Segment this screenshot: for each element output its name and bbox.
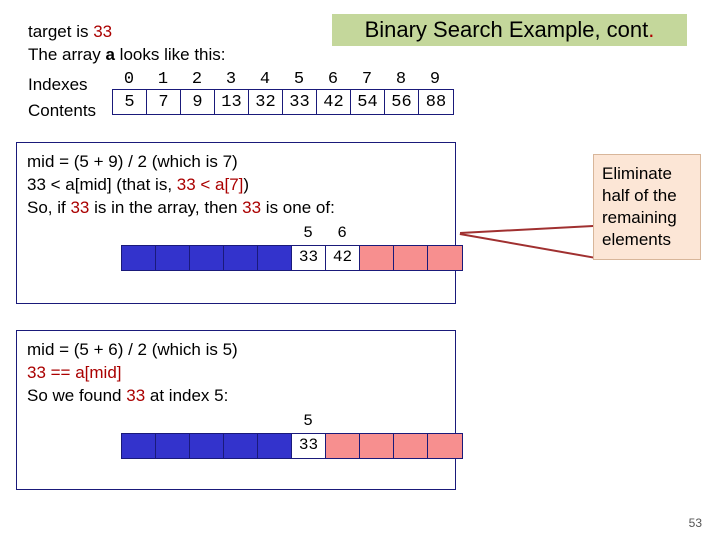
title-dot: .: [648, 17, 654, 43]
step2-line2: 33 == a[mid]: [27, 362, 445, 385]
removed-cell: [428, 246, 462, 270]
row-labels: Indexes Contents: [28, 72, 96, 123]
callout-pointer-line: [460, 225, 598, 234]
eliminated-cell: [122, 434, 156, 458]
candidate-cell: 42: [326, 246, 360, 270]
removed-cell: [394, 434, 428, 458]
callout-pointer-line: [460, 233, 596, 259]
step-panel-1: mid = (5 + 9) / 2 (which is 7) 33 < a[mi…: [16, 142, 456, 304]
array-table: 0 1 2 3 4 5 6 7 8 9 5 7 9 13 32 33 42 54…: [112, 70, 454, 115]
step2-mini-array: 5 33: [121, 411, 463, 459]
target-line: target is 33: [28, 21, 226, 44]
page-number: 53: [689, 516, 702, 530]
removed-cell: [326, 434, 360, 458]
indexes-label: Indexes: [28, 72, 96, 98]
eliminated-cell: [156, 434, 190, 458]
step2-line1: mid = (5 + 6) / 2 (which is 5): [27, 339, 445, 362]
callout-text: Eliminate half of the remaining elements: [602, 164, 677, 249]
step1-line3: So, if 33 is in the array, then 33 is on…: [27, 197, 445, 220]
eliminated-cell: [224, 246, 258, 270]
found-cell: 33: [292, 434, 326, 458]
step1-line2: 33 < a[mid] (that is, 33 < a[7]): [27, 174, 445, 197]
eliminated-cell: [190, 246, 224, 270]
step1-line1: mid = (5 + 9) / 2 (which is 7): [27, 151, 445, 174]
eliminated-cell: [190, 434, 224, 458]
callout-box: Eliminate half of the remaining elements: [593, 154, 701, 260]
candidate-cell: 33: [292, 246, 326, 270]
contents-label: Contents: [28, 98, 96, 124]
eliminated-cell: [156, 246, 190, 270]
removed-cell: [428, 434, 462, 458]
step-panel-2: mid = (5 + 6) / 2 (which is 5) 33 == a[m…: [16, 330, 456, 490]
slide-title: Binary Search Example, cont.: [332, 14, 687, 46]
title-text: Binary Search Example, cont: [365, 17, 649, 43]
removed-cell: [360, 246, 394, 270]
eliminated-cell: [224, 434, 258, 458]
removed-cell: [394, 246, 428, 270]
array-desc-line: The array a looks like this:: [28, 44, 226, 67]
intro-block: target is 33 The array a looks like this…: [28, 21, 226, 67]
removed-cell: [360, 434, 394, 458]
index-row: 0 1 2 3 4 5 6 7 8 9: [112, 70, 454, 89]
step2-line3: So we found 33 at index 5:: [27, 385, 445, 408]
contents-row: 5 7 9 13 32 33 42 54 56 88: [112, 89, 454, 115]
step1-mini-array: 5 6 33 42: [121, 223, 463, 271]
eliminated-cell: [122, 246, 156, 270]
eliminated-cell: [258, 246, 292, 270]
eliminated-cell: [258, 434, 292, 458]
